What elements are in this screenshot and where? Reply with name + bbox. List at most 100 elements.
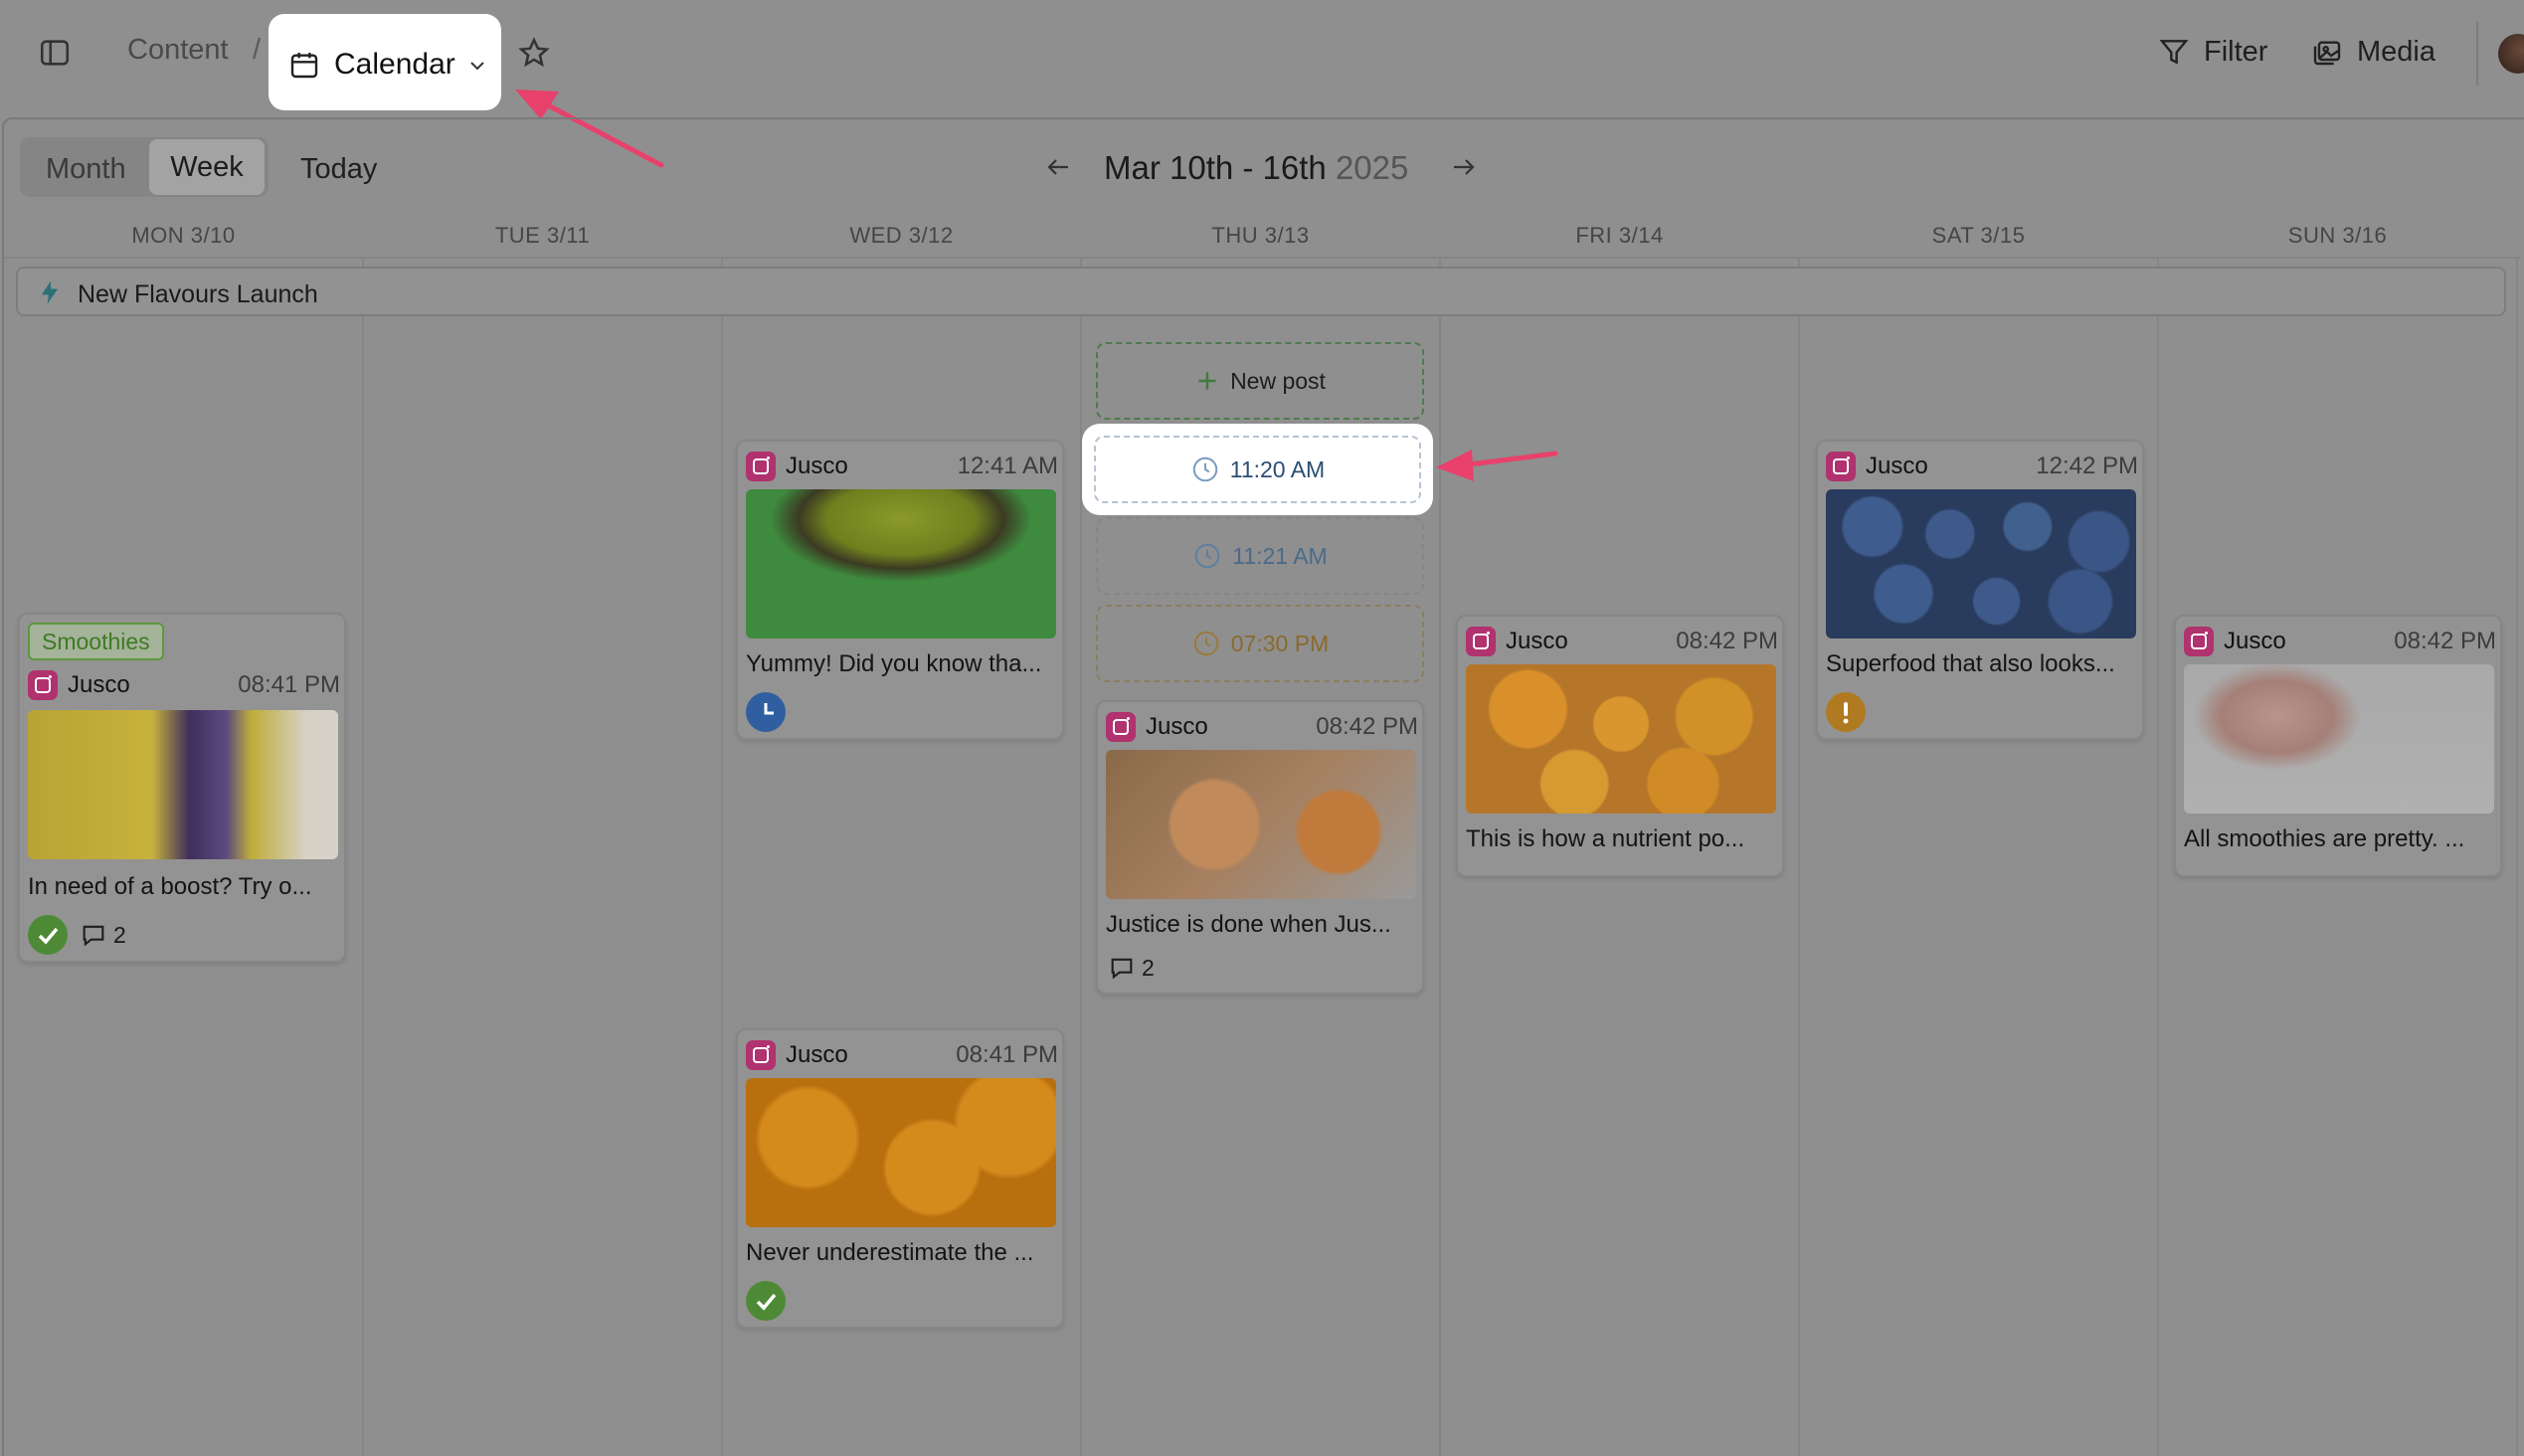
comment-count[interactable]: 2 [80,920,126,950]
filter-icon [2159,40,2189,65]
header-divider [4,257,2520,259]
campaign-bar[interactable]: New Flavours Launch [16,267,2506,316]
check-icon [756,1293,777,1311]
top-bar: Content / Calendar Filter Media [0,0,2524,110]
clock-icon [1193,631,1219,656]
post-time: 08:42 PM [1316,713,1418,740]
post-card[interactable]: Jusco 08:42 PM This is how a nutrient po… [1456,615,1784,877]
breadcrumb-separator: / [253,34,262,66]
media-icon [2313,41,2341,66]
day-header-mon: MON 3/10 [131,223,236,248]
post-account: Jusco [1506,628,1568,654]
date-range-label: Mar 10th - 16th [1104,149,1327,186]
clock-icon [1195,543,1220,569]
avatar-container [2476,22,2524,86]
approved-status-icon [746,1281,786,1321]
post-header: Jusco 08:41 PM [746,1038,1058,1072]
day-header-fri: FRI 3/14 [1575,223,1664,248]
month-view-button[interactable]: Month [46,153,126,186]
arrow-right-icon[interactable] [1450,155,1478,179]
post-account: Jusco [786,453,848,479]
post-card[interactable]: Jusco 08:41 PM Never underestimate the .… [736,1028,1064,1329]
column-divider [1439,257,1441,1456]
view-selector-label: Calendar [334,48,455,81]
post-image [28,710,338,859]
instagram-icon [746,452,776,481]
bolt-icon [41,280,59,304]
post-header: Jusco 12:41 AM [746,450,1058,483]
filter-button[interactable]: Filter [2158,32,2267,72]
avatar[interactable] [2498,34,2524,74]
post-card[interactable]: Jusco 08:42 PM All smoothies are pretty.… [2174,615,2502,877]
post-time: 08:41 PM [238,671,340,698]
warning-status-icon [1826,692,1866,732]
day-header-tue: TUE 3/11 [494,223,591,248]
instagram-icon [1466,627,1496,656]
post-header: Jusco 08:42 PM [1106,710,1418,744]
post-account: Jusco [1866,453,1928,479]
date-range-year: 2025 [1335,149,1409,186]
post-card[interactable]: Jusco 08:42 PM Justice is done when Jus.… [1096,700,1424,995]
day-header-thu: THU 3/13 [1211,223,1310,248]
arrow-left-icon[interactable] [1044,155,1072,179]
column-divider [1798,257,1800,1456]
instagram-icon [746,1040,776,1070]
post-caption: Superfood that also looks... [1826,650,2115,677]
new-post-label: New post [1230,367,1326,394]
view-selector-calendar[interactable]: Calendar [269,14,501,110]
comment-count[interactable]: 2 [1108,953,1155,983]
post-card[interactable]: Jusco 12:41 AM Yummy! Did you know tha..… [736,440,1064,740]
post-account: Jusco [68,671,130,698]
scheduled-status-icon [746,692,786,732]
post-card[interactable]: Jusco 12:42 PM Superfood that also looks… [1816,440,2144,740]
time-slot[interactable]: 07:30 PM [1096,605,1424,682]
post-image [1826,489,2136,638]
day-header-wed: WED 3/12 [849,223,954,248]
comment-icon [1111,958,1133,980]
sidebar-toggle-icon[interactable] [38,36,72,70]
breadcrumb-content[interactable]: Content [127,34,229,67]
post-account: Jusco [2224,628,2286,654]
column-divider [2157,257,2159,1456]
post-tag[interactable]: Smoothies [28,623,164,660]
media-button[interactable]: Media [2311,32,2435,72]
new-post-button[interactable]: New post [1096,342,1424,420]
post-image [1466,664,1776,814]
media-label: Media [2357,35,2435,68]
post-image [746,489,1056,638]
campaign-label: New Flavours Launch [78,280,318,308]
instagram-icon [1826,452,1856,481]
instagram-icon [28,670,58,700]
day-header-sun: SUN 3/16 [2287,223,2388,248]
instagram-icon [2184,627,2214,656]
time-slot-label: 11:20 AM [1229,455,1326,482]
post-caption: This is how a nutrient po... [1466,825,1745,852]
post-time: 08:42 PM [2394,628,2496,654]
check-icon [38,927,59,945]
star-icon[interactable] [517,36,551,70]
today-button[interactable]: Today [300,153,377,186]
post-time: 12:41 AM [957,453,1058,479]
time-slot-label: 07:30 PM [1230,630,1330,656]
post-card[interactable]: Smoothies Jusco 08:41 PM In need of a bo… [18,613,346,963]
column-divider [2516,257,2518,1456]
time-slot[interactable]: 11:21 AM [1096,517,1424,595]
post-time: 12:42 PM [2036,453,2138,479]
post-caption: Never underestimate the ... [746,1239,1034,1266]
post-header: Jusco 12:42 PM [1826,450,2138,483]
instagram-icon [1106,712,1136,742]
comment-count-value: 2 [1142,954,1155,981]
calendar-icon [290,53,318,79]
filter-label: Filter [2204,35,2268,68]
day-header-sat: SAT 3/15 [1931,223,2026,248]
clock-icon [764,703,774,715]
column-divider [721,257,723,1456]
post-header: Jusco 08:41 PM [28,668,340,702]
post-time: 08:41 PM [956,1041,1058,1068]
approved-status-icon [28,915,68,955]
time-slot-active[interactable]: 11:20 AM [1086,428,1429,511]
week-view-button[interactable]: Week [149,139,265,195]
column-divider [1080,257,1082,1456]
post-account: Jusco [786,1041,848,1068]
comment-icon [83,925,104,947]
